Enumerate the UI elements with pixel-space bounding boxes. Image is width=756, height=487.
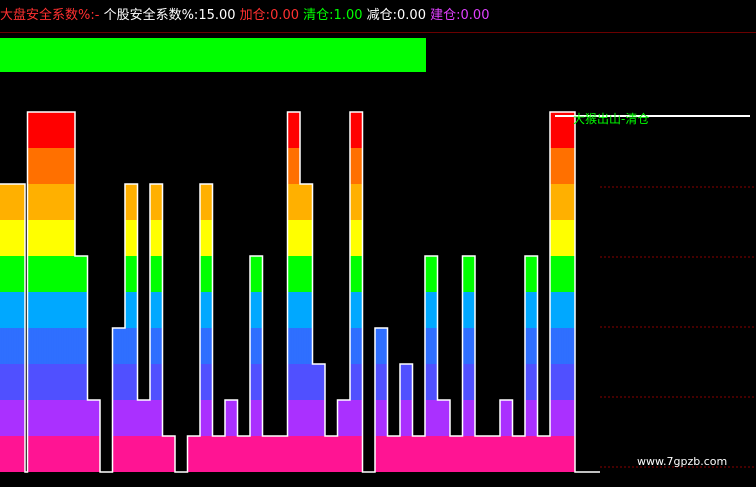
reduce-position-value: 0.00 (397, 8, 426, 23)
clear-position-label: 清仓: (303, 8, 334, 23)
build-position-label: 建仓: (430, 8, 461, 23)
rainbow-indicator-chart (0, 111, 756, 473)
stock-safety-label: 个股安全系数%: (103, 8, 199, 23)
add-position-value: 0.00 (270, 8, 300, 23)
build-position-value: 0.00 (460, 8, 490, 23)
indicator-header: 大盘安全系数%:- 个股安全系数%:15.00 加仓:0.00 清仓:1.00 … (0, 0, 756, 33)
clear-position-value: 1.00 (333, 8, 363, 23)
add-position-label: 加仓: (239, 8, 271, 23)
reduce-position-label: 减仓: (366, 8, 398, 23)
signal-label: 大猴出山-清仓 (573, 112, 650, 126)
watermark-text: www.7gpzb.com (637, 455, 728, 468)
green-signal-bar (0, 38, 426, 72)
stock-safety-value: 15.00 (198, 8, 236, 23)
market-safety-label: 大盘安全系数%: (0, 8, 95, 23)
market-safety-value: - (94, 8, 100, 23)
